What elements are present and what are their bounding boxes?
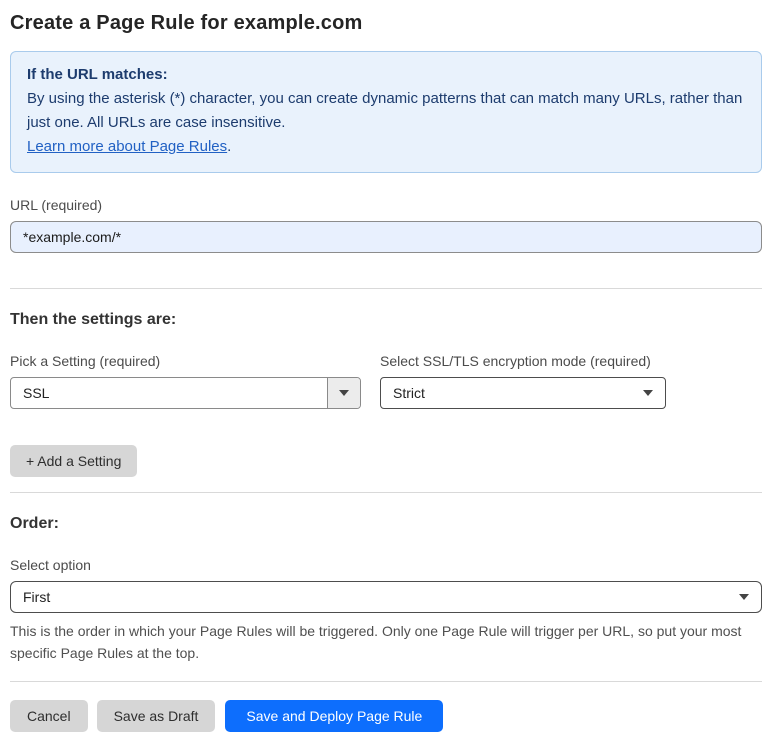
- ssl-mode-label: Select SSL/TLS encryption mode (required…: [380, 353, 651, 369]
- learn-more-link[interactable]: Learn more about Page Rules: [27, 138, 227, 155]
- order-select-label: Select option: [10, 557, 91, 573]
- save-deploy-button[interactable]: Save and Deploy Page Rule: [225, 700, 444, 732]
- section-divider: [10, 681, 762, 682]
- ssl-mode-value: Strict: [393, 385, 425, 401]
- info-box-body: By using the asterisk (*) character, you…: [27, 90, 743, 131]
- info-box-link-line: Learn more about Page Rules.: [27, 135, 745, 159]
- link-suffix: .: [227, 138, 232, 155]
- ssl-mode-select[interactable]: Strict: [380, 377, 666, 409]
- order-select-value: First: [23, 589, 51, 605]
- chevron-down-icon: [739, 594, 749, 600]
- save-draft-button[interactable]: Save as Draft: [96, 700, 216, 732]
- pick-setting-value: SSL: [23, 385, 50, 401]
- info-box-heading: If the URL matches:: [27, 66, 168, 83]
- url-input[interactable]: [10, 221, 762, 253]
- pick-setting-label: Pick a Setting (required): [10, 353, 161, 369]
- pick-setting-select[interactable]: SSL: [10, 377, 361, 409]
- chevron-down-icon: [327, 378, 360, 408]
- url-field-label: URL (required): [10, 197, 103, 213]
- order-section-heading: Order:: [10, 515, 59, 532]
- cancel-button[interactable]: Cancel: [10, 700, 88, 732]
- order-help-text: This is the order in which your Page Rul…: [10, 623, 742, 661]
- order-select[interactable]: First: [10, 581, 762, 613]
- page-title: Create a Page Rule for example.com: [10, 12, 363, 34]
- section-divider: [10, 492, 762, 493]
- url-match-info-box: If the URL matches: By using the asteris…: [10, 51, 762, 173]
- section-divider: [10, 288, 762, 289]
- add-setting-button[interactable]: + Add a Setting: [10, 445, 138, 477]
- settings-section-heading: Then the settings are:: [10, 311, 177, 328]
- chevron-down-icon: [643, 390, 653, 396]
